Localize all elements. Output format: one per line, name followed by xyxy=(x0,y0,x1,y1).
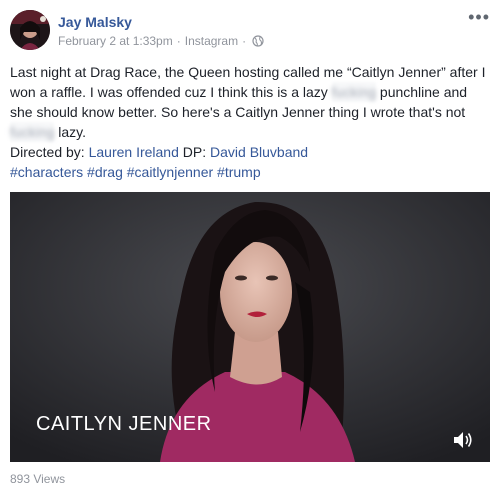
facebook-post: Jay Malsky February 2 at 1:33pm · Instag… xyxy=(0,0,500,494)
meta-separator: · xyxy=(242,34,247,48)
video-caption: CAITLYN JENNER xyxy=(36,413,212,435)
dp-link[interactable]: David Bluvband xyxy=(210,144,308,160)
hashtag-link[interactable]: #trump xyxy=(217,164,261,180)
avatar[interactable] xyxy=(10,10,50,50)
directed-label: Directed by: xyxy=(10,144,89,160)
hashtag-link[interactable]: #drag xyxy=(87,164,123,180)
credits-line: Directed by: Lauren Ireland DP: David Bl… xyxy=(10,142,490,162)
hashtag-link[interactable]: #caitlynjenner xyxy=(127,164,213,180)
volume-icon[interactable] xyxy=(452,430,474,450)
post-header: Jay Malsky February 2 at 1:33pm · Instag… xyxy=(10,8,490,54)
video-player[interactable]: CAITLYN JENNER xyxy=(10,192,490,462)
meta-separator: · xyxy=(176,34,181,48)
post-message: Last night at Drag Race, the Queen hosti… xyxy=(10,62,490,142)
view-count: 893 Views xyxy=(10,472,66,486)
censored-word: fucking xyxy=(10,122,55,142)
globe-icon xyxy=(252,35,264,47)
more-options-icon[interactable]: ••• xyxy=(468,8,490,26)
hashtags: #characters #drag #caitlynjenner #trump xyxy=(10,162,490,182)
director-link[interactable]: Lauren Ireland xyxy=(89,144,179,160)
author-name[interactable]: Jay Malsky xyxy=(58,14,132,30)
hashtag-link[interactable]: #characters xyxy=(10,164,83,180)
post-body: Last night at Drag Race, the Queen hosti… xyxy=(10,62,490,182)
censored-word: fucking xyxy=(331,82,377,102)
post-meta: February 2 at 1:33pm · Instagram · xyxy=(58,34,264,48)
message-part-3: lazy. xyxy=(54,124,86,140)
post-date[interactable]: February 2 at 1:33pm xyxy=(58,34,173,48)
dp-label: DP: xyxy=(178,144,211,160)
post-source[interactable]: Instagram xyxy=(185,34,238,48)
